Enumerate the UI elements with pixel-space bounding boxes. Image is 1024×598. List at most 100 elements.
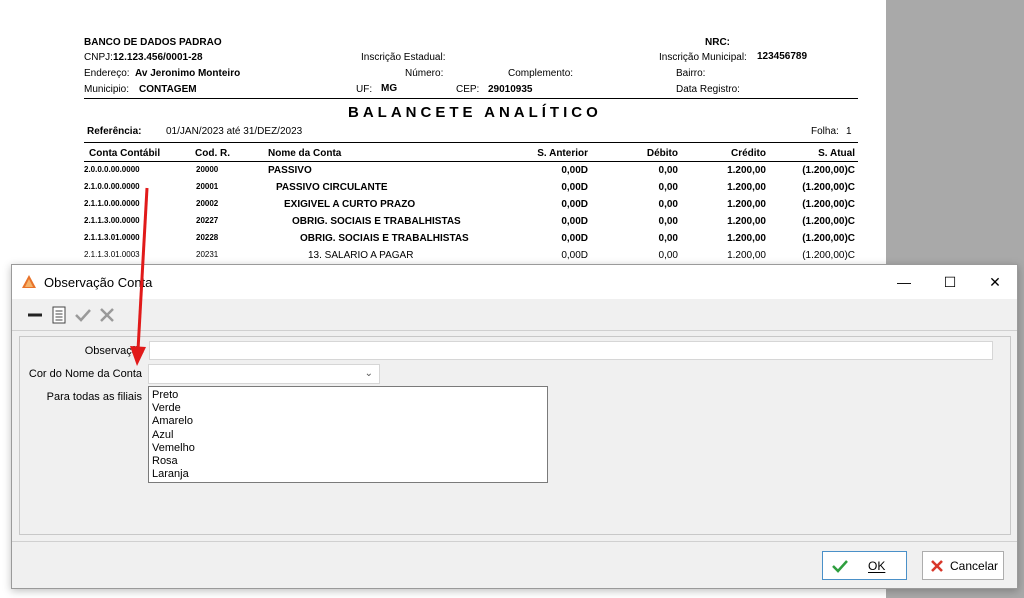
chevron-down-icon[interactable]: ⌄ [365, 368, 373, 379]
row-debito: 0,00 [658, 165, 678, 176]
row-nome: EXIGIVEL A CURTO PRAZO [284, 199, 416, 210]
row-atual: (1.200,00)C [802, 233, 855, 244]
row-anterior: 0,00D [561, 199, 588, 210]
row-debito: 0,00 [658, 199, 678, 210]
im-value: 123456789 [757, 51, 808, 62]
checkmark-icon [75, 309, 91, 322]
row-conta: 2.0.0.0.00.0000 [84, 165, 140, 174]
para-todas-filiais-label: Para todas as filiais [46, 391, 142, 403]
row-cod: 20231 [196, 250, 219, 259]
minus-icon [28, 313, 42, 317]
uf-value: MG [381, 83, 398, 94]
ok-label: OK [868, 558, 886, 573]
dialog-toolbar [12, 299, 1017, 331]
cnpj-value: 12.123.456/0001-28 [113, 52, 203, 63]
ok-button[interactable]: OK [822, 551, 907, 580]
row-nome: OBRIG. SOCIAIS E TRABALHISTAS [292, 216, 461, 227]
balancete-report: BANCO DE DADOS PADRAO NRC: CNPJ: 12.123.… [0, 0, 886, 270]
confirm-toolbar-button[interactable] [72, 304, 94, 326]
cep-label: CEP: [456, 84, 480, 95]
cnpj-label: CNPJ: [84, 52, 113, 63]
row-anterior: 0,00D [561, 165, 588, 176]
company-name: BANCO DE DADOS PADRAO [84, 37, 222, 48]
row-nome: OBRIG. SOCIAIS E TRABALHISTAS [300, 233, 469, 244]
col-cod: Cod. R. [195, 148, 230, 159]
folha-label: Folha: [811, 126, 839, 137]
row-atual: (1.200,00)C [802, 250, 855, 261]
uf-label: UF: [356, 84, 373, 95]
row-anterior: 0,00D [561, 216, 588, 227]
cancel-toolbar-button[interactable] [96, 304, 118, 326]
row-credito: 1.200,00 [727, 199, 766, 210]
row-anterior: 0,00D [561, 250, 588, 261]
row-cod: 20002 [196, 199, 219, 208]
checkmark-icon [832, 559, 848, 573]
header-divider [84, 98, 858, 99]
cor-options-list[interactable]: Preto Verde Amarelo Azul Vemelho Rosa Laranja [148, 386, 548, 483]
list-item[interactable]: Rosa [152, 455, 544, 468]
list-item[interactable]: Amarelo [152, 415, 544, 428]
row-nome: PASSIVO [268, 165, 312, 176]
row-debito: 0,00 [658, 250, 678, 261]
cor-nome-conta-select[interactable]: ⌄ [148, 364, 380, 384]
columns-bottom-line [84, 161, 858, 162]
list-item[interactable]: Vemelho [152, 442, 544, 455]
im-label: Inscrição Municipal: [659, 52, 747, 63]
row-atual: (1.200,00)C [802, 182, 855, 193]
numero-label: Número: [405, 68, 444, 79]
observacao-conta-dialog: Observação Conta — ☐ ✕ Observação Cor do… [11, 264, 1018, 589]
dialog-titlebar[interactable]: Observação Conta — ☐ ✕ [12, 265, 1017, 299]
row-conta: 2.1.0.0.00.0000 [84, 182, 140, 191]
details-button[interactable] [48, 304, 70, 326]
municipio-label: Municipio: [84, 84, 130, 95]
row-debito: 0,00 [658, 182, 678, 193]
col-nome: Nome da Conta [268, 148, 342, 159]
list-item[interactable]: Verde [152, 402, 544, 415]
row-cod: 20000 [196, 165, 219, 174]
list-item[interactable]: Laranja [152, 468, 544, 481]
complemento-label: Complemento: [508, 68, 574, 79]
remove-button[interactable] [24, 304, 46, 326]
cep-value: 29010935 [488, 84, 533, 95]
x-icon [100, 308, 114, 322]
row-credito: 1.200,00 [727, 250, 766, 261]
row-cod: 20228 [196, 233, 219, 242]
minimize-button[interactable]: — [881, 265, 927, 299]
dialog-footer: OK Cancelar [12, 541, 1017, 588]
folha-value: 1 [846, 126, 852, 137]
row-atual: (1.200,00)C [802, 199, 855, 210]
list-item[interactable]: Preto [152, 389, 544, 402]
row-conta: 2.1.1.3.01.0003 [84, 250, 140, 259]
row-debito: 0,00 [658, 216, 678, 227]
row-anterior: 0,00D [561, 182, 588, 193]
list-item[interactable]: Azul [152, 429, 544, 442]
row-nome: PASSIVO CIRCULANTE [276, 182, 388, 193]
row-atual: (1.200,00)C [802, 165, 855, 176]
report-title: BALANCETE ANALÍTICO [348, 104, 602, 121]
col-conta: Conta Contábil [89, 148, 161, 159]
app-logo-icon [22, 275, 36, 288]
row-cod: 20227 [196, 216, 219, 225]
nrc-label: NRC: [705, 37, 730, 48]
endereco-value: Av Jeronimo Monteiro [135, 68, 241, 79]
referencia-label: Referência: [87, 126, 142, 137]
col-debito: Débito [646, 148, 678, 159]
row-credito: 1.200,00 [727, 182, 766, 193]
col-atual: S. Atual [818, 148, 855, 159]
dialog-title: Observação Conta [44, 275, 153, 290]
cancel-label: Cancelar [950, 558, 999, 573]
endereco-label: Endereço: [84, 68, 130, 79]
row-credito: 1.200,00 [727, 233, 766, 244]
ie-label: Inscrição Estadual: [361, 52, 446, 63]
row-conta: 2.1.1.3.00.0000 [84, 216, 140, 225]
close-button[interactable]: ✕ [972, 265, 1018, 299]
row-conta: 2.1.1.3.01.0000 [84, 233, 140, 242]
row-atual: (1.200,00)C [802, 216, 855, 227]
cancel-button[interactable]: Cancelar [922, 551, 1004, 580]
observacao-input[interactable] [149, 341, 993, 360]
row-credito: 1.200,00 [727, 165, 766, 176]
row-nome: 13. SALARIO A PAGAR [308, 250, 414, 261]
maximize-button[interactable]: ☐ [927, 265, 973, 299]
municipio-value: CONTAGEM [139, 84, 197, 95]
row-anterior: 0,00D [561, 233, 588, 244]
